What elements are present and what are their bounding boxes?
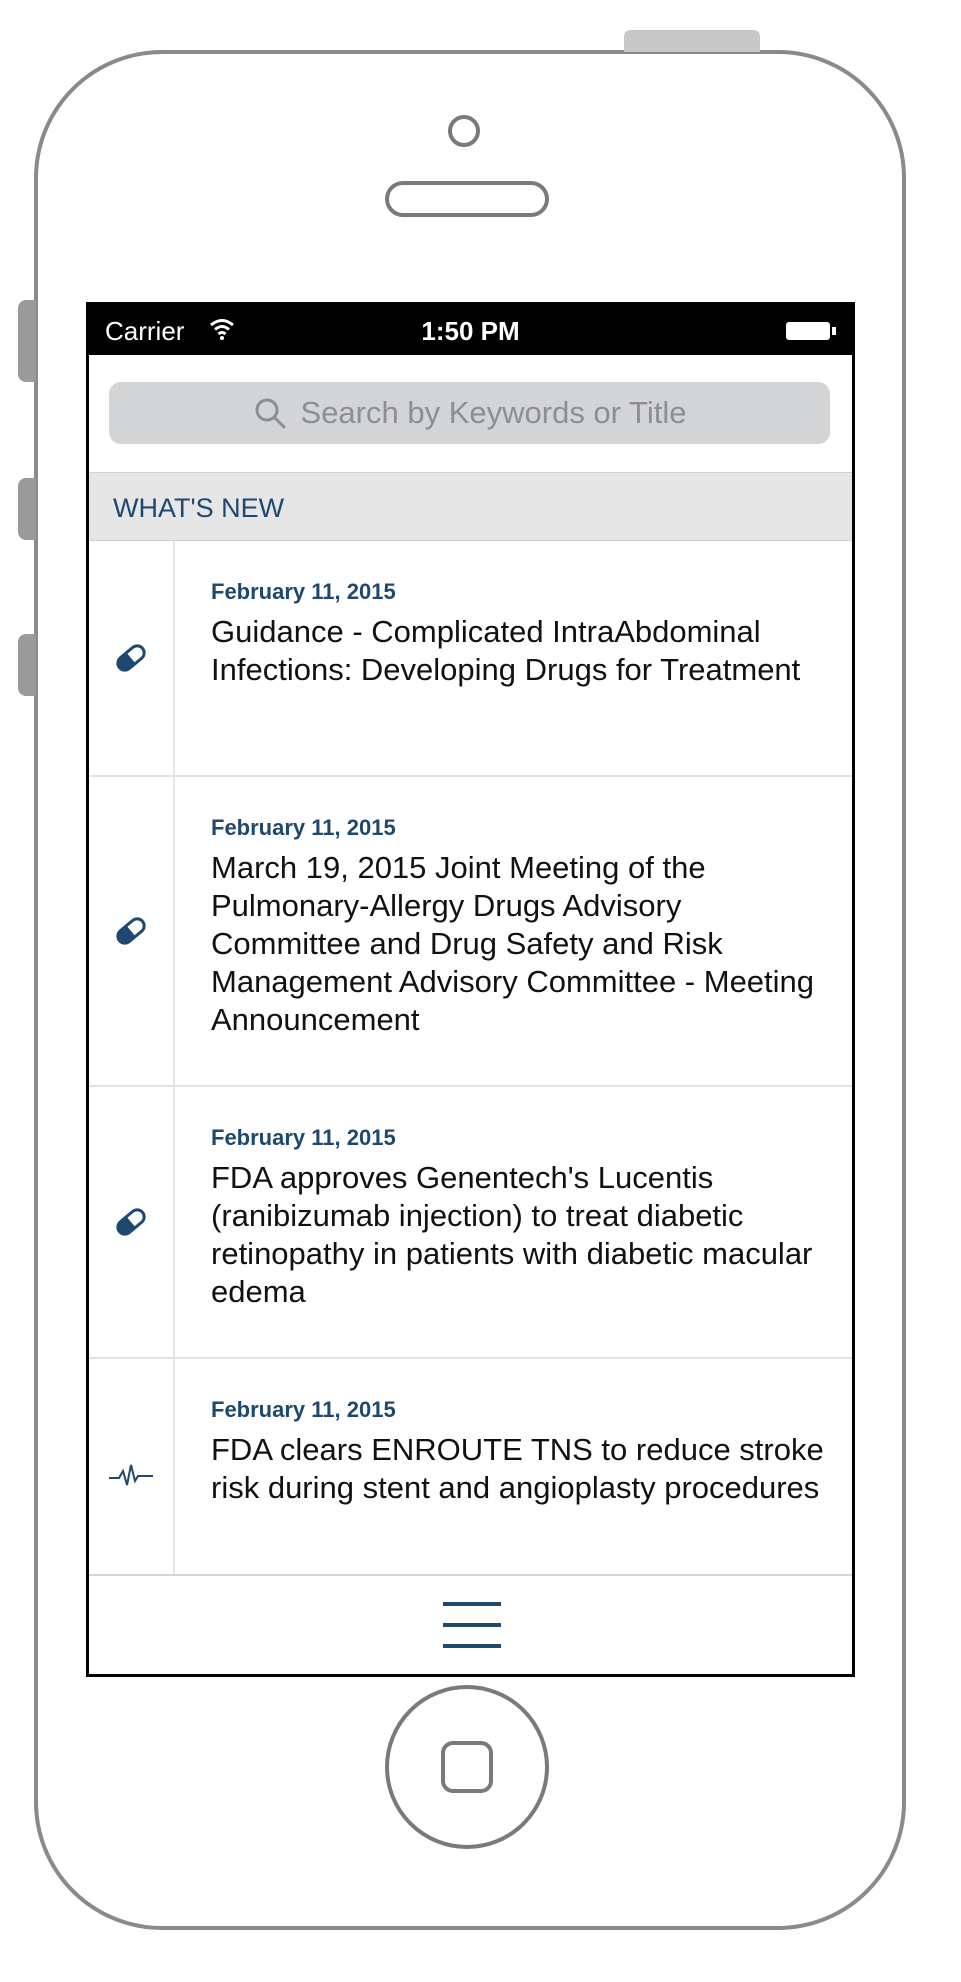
- home-button[interactable]: [385, 1685, 549, 1849]
- heartbeat-icon: [109, 1464, 153, 1486]
- status-bar: Carrier 1:50 PM: [89, 305, 852, 355]
- item-title: FDA approves Genentech's Lucentis (ranib…: [211, 1160, 813, 1309]
- power-button: [624, 30, 760, 52]
- item-text: February 11, 2015 FDA approves Genentech…: [211, 1125, 832, 1311]
- search-placeholder: Search by Keywords or Title: [300, 395, 687, 430]
- item-icon-column: [89, 1359, 175, 1593]
- app-screen: Carrier 1:50 PM Search by Keywords or Ti…: [86, 302, 855, 1677]
- volume-down-button: [18, 634, 36, 696]
- status-time: 1:50 PM: [421, 316, 520, 346]
- list-item[interactable]: February 11, 2015 FDA approves Genentech…: [89, 1087, 852, 1359]
- hamburger-menu-icon[interactable]: [443, 1602, 501, 1648]
- section-header: WHAT'S NEW: [89, 472, 852, 541]
- search-input[interactable]: Search by Keywords or Title: [109, 382, 830, 444]
- item-title: March 19, 2015 Joint Meeting of the Pulm…: [211, 850, 815, 1037]
- pill-icon: [116, 917, 146, 945]
- list-item[interactable]: February 11, 2015 March 19, 2015 Joint M…: [89, 777, 852, 1087]
- item-date: February 11, 2015: [211, 1125, 396, 1150]
- camera-icon: [448, 115, 480, 147]
- section-title: WHAT'S NEW: [113, 493, 285, 523]
- volume-up-button: [18, 478, 36, 540]
- item-text: February 11, 2015 Guidance - Complicated…: [211, 579, 832, 689]
- item-icon-column: [89, 777, 175, 1085]
- item-date: February 11, 2015: [211, 815, 396, 840]
- item-title: Guidance - Complicated IntraAbdominal In…: [211, 614, 801, 687]
- tab-bar: [89, 1574, 852, 1674]
- list-item[interactable]: February 11, 2015 FDA clears ENROUTE TNS…: [89, 1359, 852, 1595]
- list-item[interactable]: February 11, 2015 Guidance - Complicated…: [89, 541, 852, 777]
- item-date: February 11, 2015: [211, 1397, 396, 1422]
- item-title: FDA clears ENROUTE TNS to reduce stroke …: [211, 1432, 824, 1505]
- speaker-grille: [385, 181, 549, 217]
- pill-icon: [116, 644, 146, 672]
- mute-switch: [18, 300, 36, 382]
- item-icon-column: [89, 541, 175, 775]
- search-icon: [255, 398, 286, 429]
- item-text: February 11, 2015 FDA clears ENROUTE TNS…: [211, 1397, 832, 1507]
- battery-icon: [786, 322, 836, 340]
- item-icon-column: [89, 1087, 175, 1357]
- news-list: February 11, 2015 Guidance - Complicated…: [89, 541, 852, 1595]
- search-area: Search by Keywords or Title: [89, 355, 852, 472]
- home-square-icon: [441, 1741, 493, 1793]
- item-text: February 11, 2015 March 19, 2015 Joint M…: [211, 815, 832, 1039]
- item-date: February 11, 2015: [211, 579, 396, 604]
- pill-icon: [116, 1208, 146, 1236]
